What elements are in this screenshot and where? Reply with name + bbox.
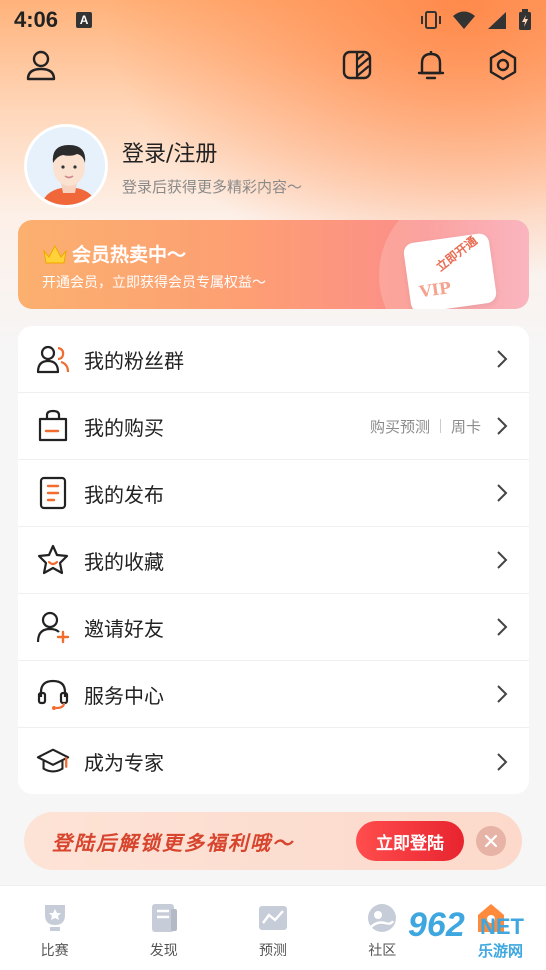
invite-friend-icon	[36, 610, 70, 644]
tab-label: 发现	[149, 943, 178, 959]
vip-title: 会员热卖中～	[42, 240, 186, 267]
star-icon	[36, 543, 70, 577]
login-now-button[interactable]: 立即登陆	[356, 821, 464, 861]
menu-label: 我的收藏	[84, 549, 164, 574]
profile-section[interactable]: 登录/注册 登录后获得更多精彩内容～	[24, 124, 302, 208]
login-register-link[interactable]: 登录/注册	[122, 136, 302, 168]
discover-icon	[146, 900, 182, 936]
headset-icon	[36, 677, 70, 711]
menu-item-my-favorites[interactable]: 我的收藏	[18, 527, 529, 594]
shopping-bag-icon	[36, 409, 70, 443]
login-promo-banner: 登陆后解锁更多福利哦～ 立即登陆	[24, 812, 522, 870]
chevron-right-icon	[493, 417, 511, 435]
menu-item-fans-group[interactable]: 我的粉丝群	[18, 326, 529, 393]
wifi-icon	[453, 11, 475, 29]
menu-item-become-expert[interactable]: 成为专家	[18, 728, 529, 795]
status-bar: 4:06 A	[0, 0, 546, 40]
chevron-right-icon	[493, 484, 511, 502]
notification-badge: A	[76, 12, 93, 28]
chevron-right-icon	[493, 685, 511, 703]
purchase-tags: 购买预测 周卡	[370, 416, 481, 437]
menu-item-my-purchases[interactable]: 我的购买 购买预测 周卡	[18, 393, 529, 460]
vip-cube-label: 立即开通	[433, 233, 480, 275]
watermark-cn: 乐游网	[478, 942, 524, 960]
default-avatar-icon	[27, 127, 105, 205]
chevron-right-icon	[493, 350, 511, 368]
fans-group-icon	[36, 342, 70, 376]
chevron-right-icon	[493, 551, 511, 569]
vip-banner[interactable]: 会员热卖中～ 开通会员，立即获得会员专属权益～ VIP 立即开通	[18, 220, 529, 309]
status-icons	[420, 9, 532, 31]
menu-label: 服务中心	[84, 683, 164, 708]
watermark-net: NET	[480, 914, 524, 939]
battery-icon	[519, 9, 531, 30]
crown-icon	[43, 244, 67, 263]
menu-item-invite-friends[interactable]: 邀请好友	[18, 594, 529, 661]
menu-label: 成为专家	[84, 751, 164, 775]
top-bar	[0, 42, 546, 88]
trophy-icon	[37, 900, 73, 936]
login-hint: 登录后获得更多精彩内容～	[122, 177, 303, 196]
vibrate-icon	[421, 11, 441, 29]
document-icon	[36, 476, 70, 510]
tab-prediction[interactable]: 预测	[218, 886, 327, 970]
purchase-tag-weekly: 周卡	[450, 417, 481, 436]
signal-icon	[488, 12, 506, 29]
tab-label: 社区	[368, 943, 397, 959]
menu-label: 我的粉丝群	[84, 348, 184, 373]
menu-item-my-posts[interactable]: 我的发布	[18, 460, 529, 527]
menu-card: 我的粉丝群 我的购买 购买预测 周卡 我的发布 我的收藏 邀请好友 服务中心 成…	[18, 326, 529, 794]
site-watermark: 962 NET 乐游网	[400, 906, 540, 966]
tag-separator	[439, 419, 441, 433]
user-icon[interactable]	[22, 46, 60, 84]
chevron-right-icon	[493, 752, 511, 771]
vip-title-text: 会员热卖中～	[72, 244, 187, 266]
menu-item-service-center[interactable]: 服务中心	[18, 661, 529, 728]
tab-label: 比赛	[40, 943, 69, 959]
vip-subtitle: 开通会员，立即获得会员专属权益～	[42, 275, 266, 291]
menu-label: 我的发布	[84, 482, 164, 507]
purchase-tag-prediction: 购买预测	[369, 417, 430, 436]
chevron-right-icon	[493, 618, 511, 636]
close-icon[interactable]	[476, 826, 506, 856]
vip-cube-graphic: VIP 立即开通	[402, 232, 498, 309]
menu-label: 邀请好友	[84, 616, 164, 641]
menu-label: 我的购买	[84, 415, 164, 440]
tab-matches[interactable]: 比赛	[0, 886, 109, 970]
graduation-cap-icon	[36, 745, 70, 779]
tab-label: 预测	[259, 943, 287, 959]
community-icon	[364, 900, 400, 936]
vip-cube-text: VIP	[418, 278, 453, 302]
promo-text: 登陆后解锁更多福利哦～	[52, 830, 294, 855]
theme-icon[interactable]	[338, 46, 376, 84]
settings-icon[interactable]	[484, 46, 522, 84]
status-time: 4:06	[14, 7, 59, 32]
bell-icon[interactable]	[412, 46, 450, 84]
avatar[interactable]	[24, 124, 108, 208]
watermark-number: 962	[408, 906, 465, 944]
prediction-icon	[255, 900, 291, 936]
tab-discover[interactable]: 发现	[109, 886, 218, 970]
